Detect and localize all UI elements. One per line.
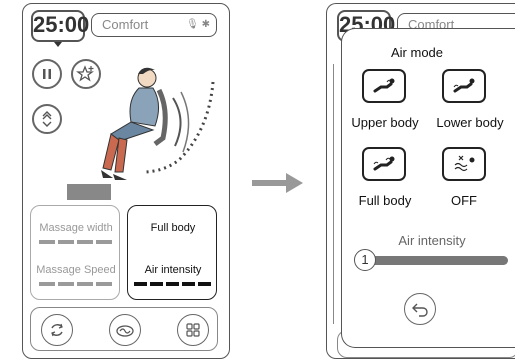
air-level-1 [134,282,147,286]
full-body-label: Full body [150,222,196,234]
massage-figure-illustration [101,67,215,180]
intensity-slider-knob[interactable]: 1 [354,249,376,271]
air-mode-popup: Air mode Upper body Lower body Full body… [341,28,515,348]
mode-label: Comfort [102,17,149,32]
full-body-air-icon [373,156,395,171]
intensity-value: 1 [361,252,369,267]
air-settings-card[interactable]: Full body Air intensity [127,205,217,300]
width-level-2 [58,240,74,244]
air-level-4 [182,282,195,286]
massage-speed-label: Massage Speed [36,264,116,276]
air-intensity-label: Air intensity [144,264,202,276]
auto-program-button[interactable] [41,314,73,346]
progress-block [67,184,111,200]
air-level-3 [166,282,179,286]
upper-body-button[interactable] [362,69,406,103]
recline-adjust-button[interactable] [32,104,62,134]
speed-level-2 [58,282,74,286]
width-level-1 [39,240,55,244]
air-intensity-heading: Air intensity [398,233,466,248]
massage-settings-card[interactable]: Massage width Massage Speed [30,205,120,300]
air-off-label: OFF [451,193,477,208]
upper-body-air-icon [373,78,395,93]
upper-body-label: Upper body [351,115,419,130]
timer-text: 25:00 [33,12,90,37]
full-body-button[interactable] [362,147,406,181]
pause-icon [43,69,51,79]
manual-massage-button[interactable] [109,314,141,346]
left-phone-screen: 25:00 Comfort 🎙 ✱ Massage width Massage … [22,3,230,359]
pause-button[interactable] [32,59,62,89]
width-level-4 [96,240,112,244]
intensity-slider-track[interactable] [362,256,508,265]
chevron-up-down-icon [42,111,52,127]
air-off-icon [454,155,475,172]
back-button[interactable] [404,293,436,325]
transition-arrow-icon [252,173,303,193]
popup-title: Air mode [390,45,444,60]
lower-body-button[interactable] [442,69,486,103]
menu-grid-button[interactable] [177,314,209,346]
massage-width-label: Massage width [39,222,113,234]
air-off-button[interactable] [442,147,486,181]
mic-bluetooth-icon: 🎙 ✱ [186,19,210,30]
lower-body-label: Lower body [436,115,504,130]
bottom-toolbar [30,307,218,351]
timer-caret-icon [54,42,62,47]
speed-level-1 [39,282,55,286]
lower-body-air-icon [453,78,475,93]
air-level-2 [150,282,163,286]
cycle-icon [51,323,63,337]
right-phone-screen: 25:00 Comfort Air mode Upper body Lower … [326,3,515,359]
massage-wave-icon [116,325,134,337]
mode-chip[interactable]: Comfort 🎙 ✱ [91,13,217,37]
speed-level-3 [77,282,93,286]
full-body-label: Full body [358,193,412,208]
timer-display[interactable]: 25:00 [31,10,89,42]
speed-level-4 [96,282,112,286]
back-arrow-icon [412,303,428,317]
grid-icon [186,323,200,337]
width-level-3 [77,240,93,244]
air-level-5 [198,282,211,286]
